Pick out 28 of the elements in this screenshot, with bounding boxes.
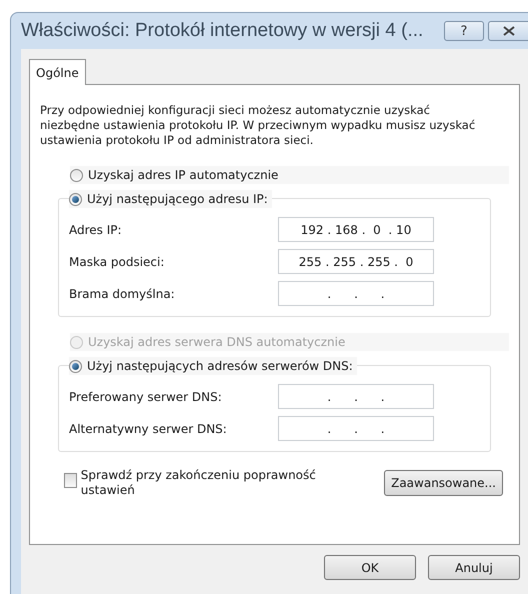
ip-address-field[interactable]: . . . [278, 281, 434, 306]
field-label: Preferowany serwer DNS: [69, 388, 222, 406]
field-label: Maska podsieci: [69, 254, 164, 270]
dialog-button[interactable]: Anuluj [428, 555, 520, 580]
checkbox-icon [64, 473, 77, 488]
field-label: Adres IP: [69, 222, 122, 238]
radio-icon [70, 168, 83, 182]
help-button[interactable]: ? [444, 21, 484, 41]
radio-icon [69, 360, 82, 372]
close-icon [502, 26, 514, 36]
ip-address-field[interactable]: 255 . 255 . 255 . 0 [278, 249, 434, 274]
validate-checkbox[interactable]: Sprawdź przy zakończeniu poprawność ustawień [64, 468, 324, 498]
window-title: Właściwości: Protokół internetowy w wersji 4 (... [21, 18, 424, 43]
radio-option[interactable]: Użyj następujących adresów serwerów DNS: [69, 357, 357, 375]
radio-option[interactable]: Użyj następującego adresu IP: [69, 190, 272, 208]
close-button[interactable] [488, 21, 528, 41]
radio-option[interactable]: Uzyskaj adres IP automatycznie [70, 166, 509, 184]
intro-text: Przy odpowiedniej konfiguracji sieci możesz automatycznie uzyskać niezbędne ustawienia protokołu IP. W przeciwnym wypadku musisz uzyskać ustawienia protokołu IP od administratora sieci. [40, 103, 476, 148]
ip-address-field[interactable]: . . . [278, 384, 434, 409]
dialog-button[interactable]: OK [324, 555, 416, 580]
ip-address-field[interactable]: . . . [278, 416, 434, 441]
field-label: Alternatywny serwer DNS: [69, 420, 227, 438]
field-label: Brama domyślna: [69, 286, 175, 302]
radio-icon [69, 192, 82, 206]
ip-address-field[interactable]: 192 . 168 . 0 . 10 [278, 217, 434, 242]
radio-icon [70, 336, 83, 348]
tab[interactable]: Ogólne [29, 59, 86, 85]
advanced-button[interactable]: Zaawansowane... [384, 470, 503, 496]
